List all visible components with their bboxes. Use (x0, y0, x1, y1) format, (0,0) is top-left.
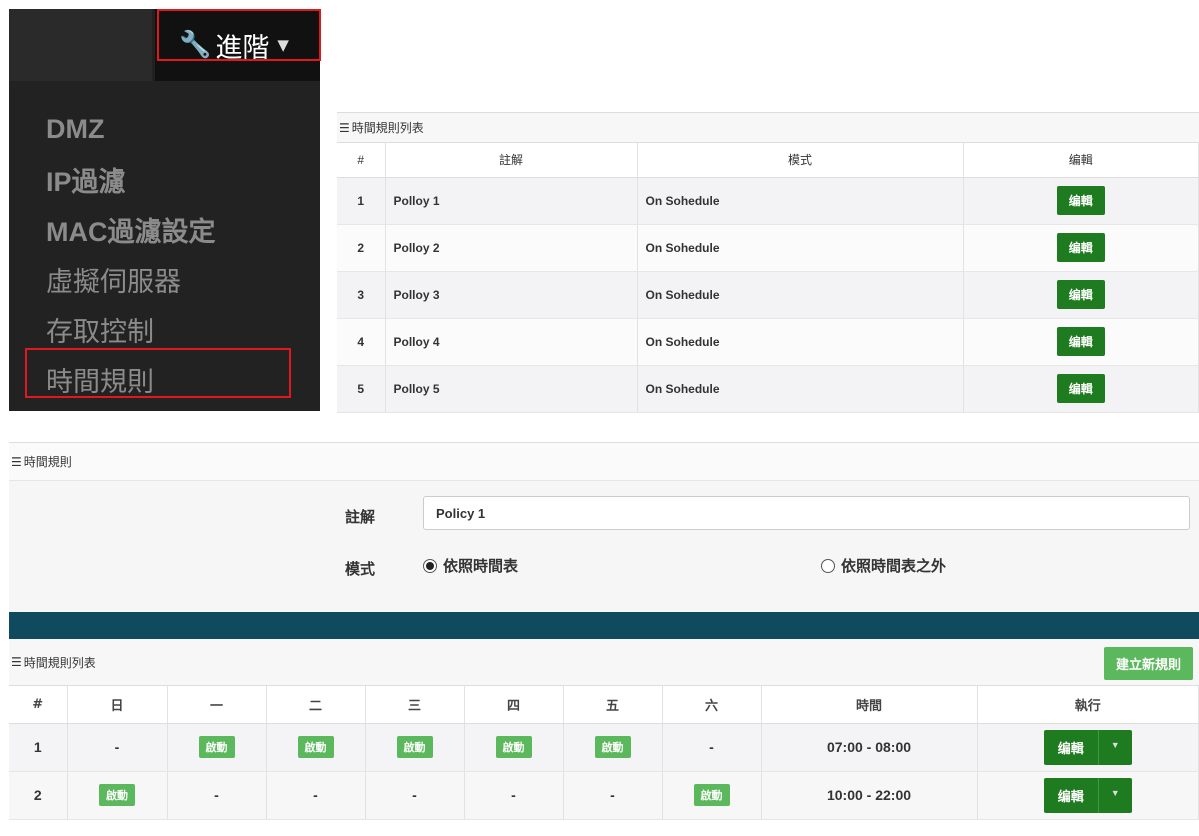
row-note: Polloy 4 (385, 318, 638, 366)
row-note: Polloy 2 (385, 224, 638, 272)
menu-header-left (9, 9, 152, 81)
active-badge: 啟動 (495, 736, 532, 758)
table-row: 1 Polloy 1 On Sohedule 编輯 (337, 177, 1199, 225)
list-icon: ☰ (11, 454, 22, 469)
row-mode: On Sohedule (637, 177, 964, 225)
row-mode: On Sohedule (637, 271, 964, 319)
table-row: 2 啟動 - - - - - 啟動 10:00 - 22:00 编輯 ▼ (9, 771, 1199, 820)
edit-button[interactable]: 编輯 (1043, 729, 1098, 765)
edit-button[interactable]: 编輯 (1056, 327, 1105, 356)
active-badge: 啟動 (693, 784, 730, 806)
radio-unchecked-icon (821, 558, 835, 573)
section-divider (9, 612, 1199, 639)
row-num: 4 (337, 318, 386, 366)
highlight-box-toggle (157, 9, 321, 61)
col-header-sat: 六 (662, 686, 762, 724)
col-header-num: # (337, 143, 386, 178)
col-header-mode: 模式 (637, 143, 964, 178)
note-input[interactable]: Policy 1 (423, 496, 1190, 530)
policy-list-header: ☰ 時間規則列表 (337, 113, 1199, 143)
table-row: 2 Polloy 2 On Sohedule 编輯 (337, 224, 1199, 272)
row-note: Polloy 3 (385, 271, 638, 319)
create-rule-button[interactable]: 建立新規則 (1103, 647, 1193, 680)
table-row: 3 Polloy 3 On Sohedule 编輯 (337, 271, 1199, 319)
mode-label: 模式 (345, 560, 376, 578)
cell-time: 10:00 - 22:00 (761, 771, 978, 820)
table-row: 4 Polloy 4 On Sohedule 编輯 (337, 318, 1199, 366)
schedule-list-header: ☰ 時間規則列表 建立新規則 (9, 639, 1199, 686)
row-mode: On Sohedule (637, 365, 964, 413)
active-badge: 啟動 (594, 736, 631, 758)
active-badge: 啟動 (99, 784, 135, 806)
row-num: 5 (337, 365, 386, 413)
highlight-box-time-rule (25, 348, 291, 398)
policy-list-panel: ☰ 時間規則列表 # 註解 模式 编輯 1 Polloy 1 On Sohedu… (337, 112, 1199, 414)
edit-button[interactable]: 编輯 (1056, 374, 1105, 403)
col-header-mon: 一 (167, 686, 267, 724)
cell-sat: - (662, 723, 762, 772)
time-rule-form-title: 時間規則 (23, 455, 72, 469)
row-num: 2 (337, 224, 386, 272)
policy-table: # 註解 模式 编輯 1 Polloy 1 On Sohedule 编輯 2 P… (337, 143, 1199, 413)
schedule-list-title: 時間規則列表 (23, 655, 96, 670)
note-input-value: Policy 1 (436, 505, 486, 521)
table-row: 1 - 啟動 啟動 啟動 啟動 啟動 - 07:00 - 08:00 编輯 ▼ (9, 723, 1199, 772)
row-note: Polloy 1 (385, 177, 638, 225)
menu-item-access-control[interactable]: 存取控制 (9, 304, 320, 354)
mode-radio-off-schedule-label: 依照時間表之外 (841, 557, 947, 575)
col-header-thu: 四 (464, 686, 564, 724)
time-rule-form-header: ☰ 時間規則 (9, 443, 1199, 481)
note-label: 註解 (345, 508, 376, 526)
edit-button[interactable]: 编輯 (1043, 777, 1098, 813)
list-icon: ☰ (11, 655, 22, 669)
cell-thu: - (464, 771, 564, 820)
row-mode: On Sohedule (637, 224, 964, 272)
mode-radio-off-schedule[interactable]: 依照時間表之外 (821, 555, 946, 576)
cell-wed: - (365, 771, 465, 820)
cell-mon: - (167, 771, 267, 820)
row-mode: On Sohedule (637, 318, 964, 366)
mode-radio-on-schedule-label: 依照時間表 (443, 557, 519, 575)
table-row: 5 Polloy 5 On Sohedule 编輯 (337, 365, 1199, 413)
radio-checked-icon (423, 558, 437, 573)
row-note: Polloy 5 (385, 365, 638, 413)
col-header-num: # (9, 686, 68, 724)
col-header-sun: 日 (67, 686, 168, 724)
menu-item-ip-filter[interactable]: IP過濾 (9, 154, 320, 204)
row-num: 3 (337, 271, 386, 319)
edit-button[interactable]: 编輯 (1056, 186, 1105, 215)
col-header-note: 註解 (385, 143, 638, 178)
row-num: 1 (9, 723, 68, 772)
col-header-fri: 五 (563, 686, 663, 724)
active-badge: 啟動 (297, 736, 334, 758)
edit-button[interactable]: 编輯 (1056, 233, 1105, 262)
schedule-table: # 日 一 二 三 四 五 六 時間 執行 1 - 啟動 啟動 啟動 啟動 啟動 (9, 686, 1199, 820)
active-badge: 啟動 (396, 736, 433, 758)
col-header-wed: 三 (365, 686, 465, 724)
schedule-list-panel: ☰ 時間規則列表 建立新規則 # 日 一 二 三 四 五 六 時間 執行 1 -… (9, 639, 1199, 836)
cell-fri: - (563, 771, 663, 820)
row-num: 1 (337, 177, 386, 225)
caret-down-icon[interactable]: ▼ (1097, 729, 1132, 765)
cell-time: 07:00 - 08:00 (761, 723, 978, 772)
edit-split-button: 编輯 ▼ (1043, 729, 1132, 765)
col-header-tue: 二 (266, 686, 366, 724)
mode-radio-on-schedule[interactable]: 依照時間表 (423, 555, 518, 576)
col-header-time: 時間 (761, 686, 978, 724)
edit-split-button: 编輯 ▼ (1043, 777, 1132, 813)
menu-item-mac-filter[interactable]: MAC過濾設定 (9, 204, 320, 254)
caret-down-icon[interactable]: ▼ (1097, 777, 1132, 813)
edit-button[interactable]: 编輯 (1056, 280, 1105, 309)
time-rule-form: ☰ 時間規則 註解 Policy 1 模式 依照時間表 依照時間表之外 (9, 442, 1199, 612)
col-header-action: 執行 (977, 686, 1199, 724)
list-icon: ☰ (339, 120, 350, 135)
cell-tue: - (266, 771, 366, 820)
menu-item-dmz[interactable]: DMZ (9, 104, 320, 154)
cell-sun: - (67, 723, 168, 772)
policy-list-title: 時間規則列表 (351, 121, 424, 135)
active-badge: 啟動 (198, 736, 235, 758)
col-header-edit: 编輯 (963, 143, 1199, 178)
row-num: 2 (9, 771, 68, 820)
menu-item-virtual-server[interactable]: 虛擬伺服器 (9, 254, 320, 304)
